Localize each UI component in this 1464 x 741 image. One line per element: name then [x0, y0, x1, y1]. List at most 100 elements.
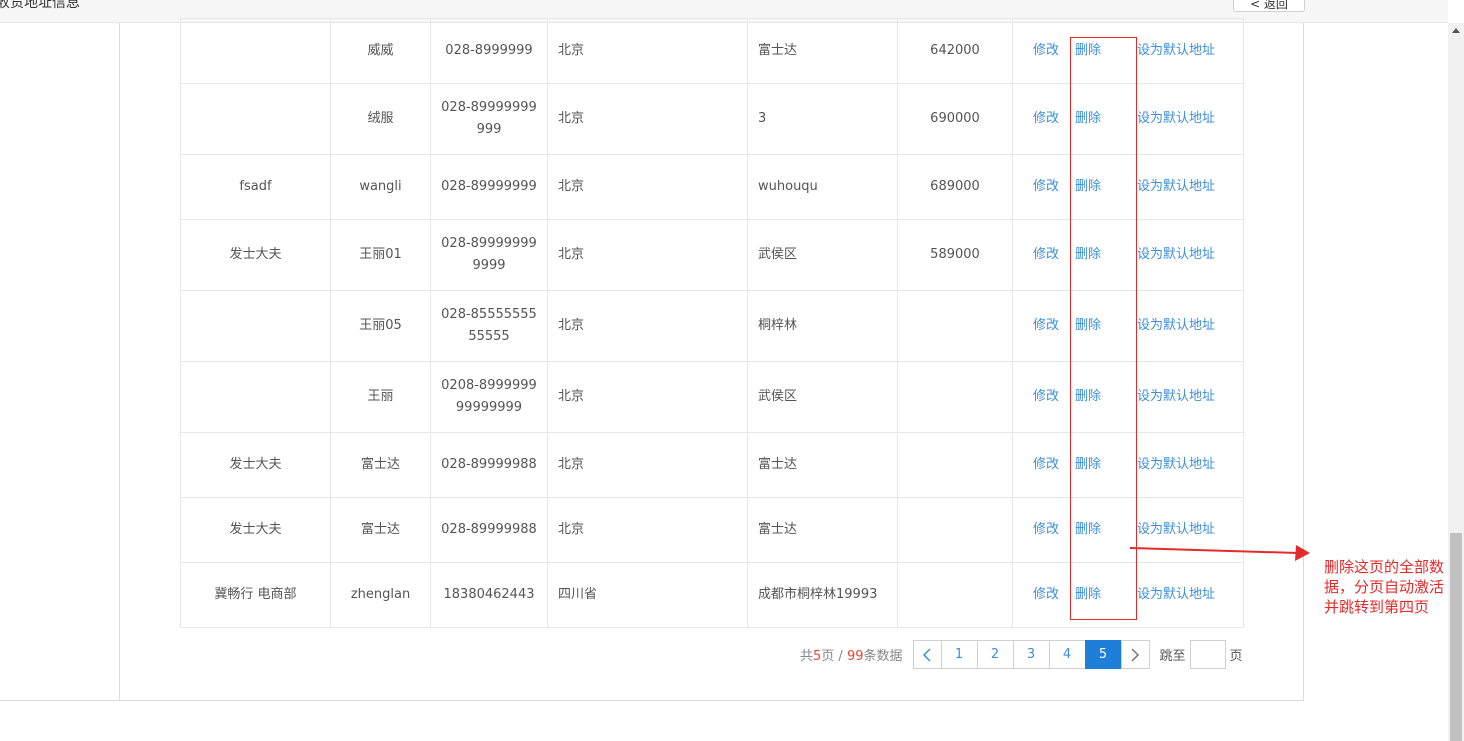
cell-address: wuhouqu	[747, 154, 898, 220]
set-default-link[interactable]: 设为默认地址	[1137, 179, 1215, 194]
edit-link[interactable]: 修改	[1033, 179, 1059, 194]
cell-phone: 0208-899999999999999	[430, 361, 548, 433]
cell-company	[180, 361, 331, 433]
cell-zip: 642000	[897, 18, 1013, 84]
cell-address: 富士达	[747, 432, 898, 498]
cell-zip	[897, 361, 1013, 433]
summary-records-suffix: 条数据	[863, 649, 903, 664]
chevron-left-icon[interactable]	[912, 640, 942, 669]
edit-link[interactable]: 修改	[1033, 111, 1059, 126]
set-default-link[interactable]: 设为默认地址	[1137, 43, 1215, 58]
table-row: 王丽05 028-8555555555555 北京 桐梓林 修改 删除 设为默认地址	[180, 290, 1244, 362]
page-button[interactable]: 5	[1084, 640, 1122, 669]
annotation-line: 并跳转到第四页	[1324, 598, 1430, 616]
page-button[interactable]: 1	[940, 640, 978, 669]
edit-link[interactable]: 修改	[1033, 43, 1059, 58]
cell-name: 富士达	[330, 497, 431, 563]
page-button[interactable]: 4	[1048, 640, 1086, 669]
cell-name: 王丽05	[330, 290, 431, 362]
cell-name: 王丽01	[330, 219, 431, 291]
pagination-summary: 共5页 / 99条数据	[800, 645, 903, 664]
chevron-right-icon[interactable]	[1120, 640, 1150, 669]
edit-link[interactable]: 修改	[1033, 587, 1059, 602]
set-default-link[interactable]: 设为默认地址	[1137, 247, 1215, 262]
delete-link[interactable]: 删除	[1075, 179, 1101, 194]
cell-company: 冀畅行 电商部	[180, 562, 331, 628]
table-row: 绒服 028-89999999999 北京 3 690000 修改 删除 设为默认地址	[180, 83, 1244, 155]
cell-province: 北京	[547, 83, 748, 155]
cell-actions: 修改 删除 设为默认地址	[1012, 361, 1244, 433]
delete-link[interactable]: 删除	[1075, 247, 1101, 262]
cell-company	[180, 290, 331, 362]
vertical-scrollbar[interactable]	[1448, 23, 1464, 741]
jump-page-input[interactable]	[1189, 640, 1226, 669]
set-default-link[interactable]: 设为默认地址	[1137, 111, 1215, 126]
edit-link[interactable]: 修改	[1033, 247, 1059, 262]
delete-link[interactable]: 删除	[1075, 457, 1101, 472]
set-default-link[interactable]: 设为默认地址	[1137, 389, 1215, 404]
cell-zip	[897, 432, 1013, 498]
cell-phone: 028-8999999	[430, 18, 548, 84]
set-default-link[interactable]: 设为默认地址	[1137, 457, 1215, 472]
edit-link[interactable]: 修改	[1033, 457, 1059, 472]
summary-pages-suffix: 页 /	[821, 649, 847, 664]
edit-link[interactable]: 修改	[1033, 318, 1059, 333]
cell-actions: 修改 删除 设为默认地址	[1012, 290, 1244, 362]
edit-link[interactable]: 修改	[1033, 389, 1059, 404]
cell-address: 武侯区	[747, 219, 898, 291]
annotation-arrow	[1129, 545, 1310, 561]
cell-province: 北京	[547, 432, 748, 498]
cell-phone: 028-89999999999	[430, 83, 548, 155]
summary-prefix: 共	[800, 649, 814, 664]
cell-actions: 修改 删除 设为默认地址	[1012, 18, 1244, 84]
cell-province: 北京	[547, 154, 748, 220]
set-default-link[interactable]: 设为默认地址	[1137, 587, 1215, 602]
delete-link[interactable]: 删除	[1075, 522, 1101, 537]
annotation-line: 删除这页的全部数	[1324, 558, 1445, 576]
delete-link[interactable]: 删除	[1075, 389, 1101, 404]
back-button[interactable]: < 返回	[1233, 0, 1305, 12]
jump-label: 跳至	[1159, 649, 1186, 664]
annotation-arrow-head	[1295, 545, 1310, 561]
cell-company: 发士大夫	[180, 497, 331, 563]
set-default-link[interactable]: 设为默认地址	[1137, 522, 1215, 537]
annotation-arrow-line	[1129, 547, 1299, 554]
cell-name: zhenglan	[330, 562, 431, 628]
cell-province: 北京	[547, 497, 748, 563]
page-button[interactable]: 3	[1012, 640, 1050, 669]
cell-actions: 修改 删除 设为默认地址	[1012, 219, 1244, 291]
page-unit-label: 页	[1229, 649, 1243, 664]
cell-phone: 028-899999999999	[430, 219, 548, 291]
sidebar-divider	[119, 23, 120, 701]
delete-link[interactable]: 删除	[1075, 111, 1101, 126]
cell-phone: 028-89999988	[430, 497, 548, 563]
cell-phone: 028-89999988	[430, 432, 548, 498]
edit-link[interactable]: 修改	[1033, 522, 1059, 537]
cell-actions: 修改 删除 设为默认地址	[1012, 154, 1244, 220]
delete-link[interactable]: 删除	[1075, 587, 1101, 602]
cell-phone: 028-8555555555555	[430, 290, 548, 362]
cell-actions: 修改 删除 设为默认地址	[1012, 562, 1244, 628]
cell-zip: 690000	[897, 83, 1013, 155]
cell-province: 四川省	[547, 562, 748, 628]
cell-phone: 028-89999999	[430, 154, 548, 220]
cell-company	[180, 18, 331, 84]
table-row: fsadf wangli 028-89999999 北京 wuhouqu 689000 修改…	[180, 154, 1244, 220]
annotation-note: 删除这页的全部数 据，分页自动激活 并跳转到第四页	[1324, 557, 1464, 617]
page-button[interactable]: 2	[976, 640, 1014, 669]
pagination: 共5页 / 99条数据 12345 跳至 页	[800, 640, 1243, 669]
scroll-up-icon[interactable]	[1452, 28, 1460, 33]
table-row: 威威 028-8999999 北京 富士达 642000 修改 删除 设为默认地址	[180, 18, 1244, 84]
delete-link[interactable]: 删除	[1075, 318, 1101, 333]
cell-name: 王丽	[330, 361, 431, 433]
summary-total-records: 99	[846, 649, 864, 664]
cell-address: 桐梓林	[747, 290, 898, 362]
table-row: 发士大夫 王丽01 028-899999999999 北京 武侯区 589000 修改 删除 设…	[180, 219, 1244, 291]
cell-zip	[897, 290, 1013, 362]
set-default-link[interactable]: 设为默认地址	[1137, 318, 1215, 333]
delete-link[interactable]: 删除	[1075, 43, 1101, 58]
cell-zip: 689000	[897, 154, 1013, 220]
cell-zip: 589000	[897, 219, 1013, 291]
cell-province: 北京	[547, 361, 748, 433]
cell-province: 北京	[547, 219, 748, 291]
